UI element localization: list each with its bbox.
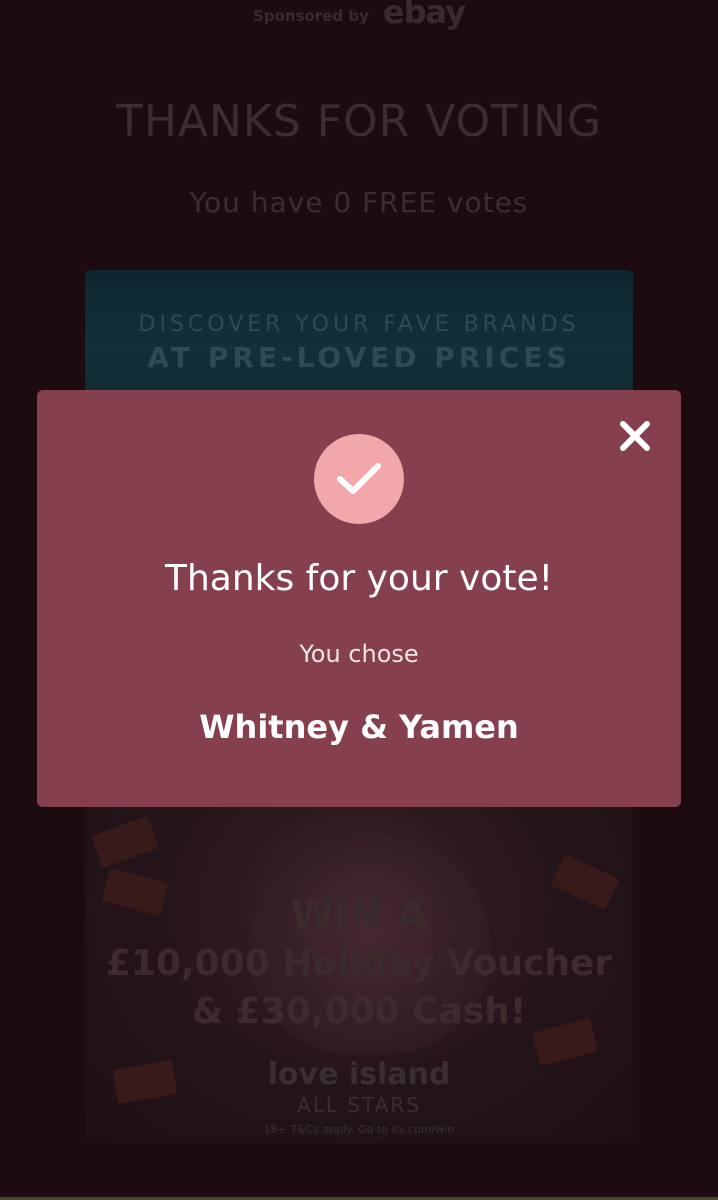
ebay-logo: ebay [382, 0, 466, 31]
ad-line-2: AT PRE-LOVED PRICES [147, 341, 571, 374]
sponsor-banner: Sponsored by ebay [0, 0, 718, 32]
ad-banner-bottom[interactable]: WIN A £10,000 Holiday Voucher & £30,000 … [85, 805, 633, 1143]
success-badge [314, 434, 404, 524]
ad-terms: 18+ T&Cs apply. Go to itv.com/win [263, 1123, 455, 1136]
ad-line-1: DISCOVER YOUR FAVE BRANDS [138, 312, 580, 337]
modal-subtitle: You chose [299, 640, 419, 668]
close-button[interactable] [613, 414, 657, 458]
ad-prize-1: £10,000 Holiday Voucher [105, 943, 613, 984]
ad-prize-2: & £30,000 Cash! [191, 991, 527, 1032]
banknote-graphic [90, 815, 160, 869]
vote-confirmation-modal: Thanks for your vote! You chose Whitney … [37, 390, 681, 807]
free-votes-text: You have 0 FREE votes [189, 186, 529, 219]
page-title: THANKS FOR VOTING [115, 96, 603, 147]
check-icon [337, 463, 381, 494]
sponsor-label: Sponsored by [253, 7, 369, 25]
ad-win-text: WIN A [290, 893, 428, 939]
close-icon [620, 421, 650, 451]
chosen-couple: Whitney & Yamen [199, 708, 519, 746]
all-stars-logo: ALL STARS [297, 1093, 421, 1117]
love-island-logo: love island [267, 1057, 451, 1092]
modal-title: Thanks for your vote! [164, 558, 554, 599]
ad-banner-top[interactable]: DISCOVER YOUR FAVE BRANDS AT PRE-LOVED P… [85, 270, 633, 395]
